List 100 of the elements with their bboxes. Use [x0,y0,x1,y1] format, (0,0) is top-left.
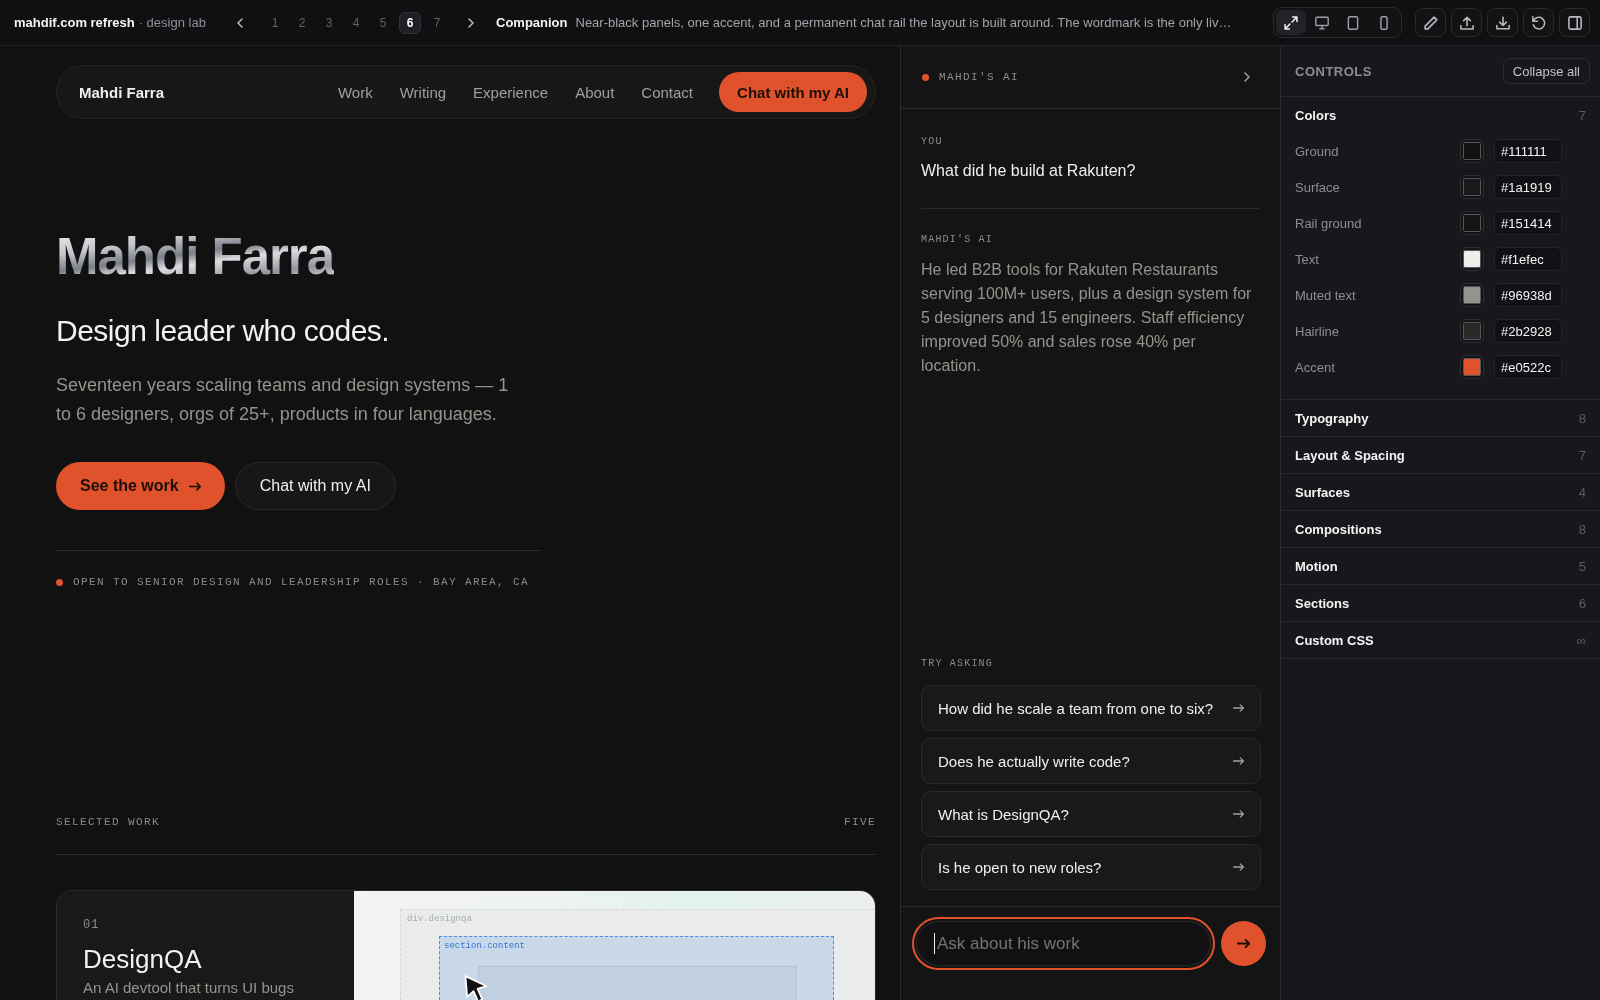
message-author: MAHDI'S AI [921,234,993,246]
section-header[interactable]: Compositions 8 [1281,511,1600,547]
suggestion-button[interactable]: Is he open to new roles? [921,844,1261,890]
nav-link[interactable]: Work [337,83,373,101]
section-header[interactable]: Surfaces 4 [1281,474,1600,510]
section-header[interactable]: Motion 5 [1281,548,1600,584]
suggestion-button[interactable]: How did he scale a team from one to six? [921,685,1261,731]
download-button[interactable] [1487,8,1518,37]
status-dot-icon [56,578,63,586]
section-header[interactable]: Typography 8 [1281,400,1600,436]
arrow-right-icon [188,481,201,491]
section-header[interactable]: Custom CSS ∞ [1281,622,1600,658]
field-label: Hairline [1295,323,1341,339]
section-count: 6 [1578,595,1586,611]
nav-link[interactable]: About [575,83,615,101]
export-button[interactable] [1451,8,1482,37]
chevron-left-icon [237,17,243,28]
hex-input-field[interactable]: #e0522c [1494,355,1562,379]
chat-input-field[interactable]: Ask about his work [912,917,1215,970]
pencil-icon [1423,15,1438,30]
project-card[interactable]: 01 DesignQA An AI devtool that turns UI bugs div.designqa section.content [56,890,876,1000]
hex-input-field[interactable]: #1a1919 [1494,175,1562,199]
chevron-right-icon [1244,72,1250,82]
section-header[interactable]: Colors 7 [1281,97,1600,133]
field-label: Muted text [1295,287,1357,303]
field-label: Ground [1295,143,1340,159]
assistant-message: He led B2B tools for Rakuten Restaurants serving 100M+ users, plus a design system for 5 designers and 15 engineers. Staff efficiency improved 50% and sales rose 40% per location. [921,260,1253,376]
nav-link[interactable]: Experience [473,83,549,101]
project-count: FIVE [844,815,876,829]
arrow-right-icon [1233,704,1244,712]
field-label: Text [1295,251,1320,267]
view-mode-button[interactable] [1276,10,1306,35]
reset-button[interactable] [1523,8,1554,37]
section-count: 8 [1578,521,1586,537]
hex-input-field[interactable]: #2b2928 [1494,319,1562,343]
field-label: Accent [1295,359,1336,375]
cursor-arrow-icon [464,975,490,1000]
primary-button[interactable]: See the work [56,462,225,510]
section-header[interactable]: Layout & Spacing 7 [1281,437,1600,473]
availability-status: OPEN TO SENIOR DESIGN AND LEADERSHIP ROLES · BAY AREA, CA [73,575,530,589]
project-subtitle: · design lab [138,15,206,30]
tablet-icon [1346,15,1360,30]
phone-icon [1377,15,1391,30]
section-name: Layout & Spacing [1295,447,1405,463]
section-name: Typography [1295,410,1369,426]
controls-title: CONTROLS [1295,63,1372,79]
section-name: Sections [1295,595,1350,611]
text-caret-icon [934,933,935,954]
project-number: 01 [83,918,100,932]
hex-input-field[interactable]: #111111 [1494,139,1562,163]
variant-name: Companion [496,15,568,30]
download-icon [1495,15,1510,30]
selection-label: section.content [444,941,525,952]
message-author: YOU [921,136,943,148]
hex-input-field[interactable]: #96938d [1494,283,1562,307]
site-brand[interactable]: Mahdi Farra [79,83,165,101]
section-name: Compositions [1295,521,1382,537]
arrow-right-icon [1233,810,1244,818]
suggestion-button[interactable]: Does he actually write code? [921,738,1261,784]
section-name: Motion [1295,558,1338,574]
arrow-right-icon [1233,863,1244,871]
section-count: 8 [1578,410,1586,426]
nav-link[interactable]: Contact [641,83,694,101]
project-name: mahdif.com refresh [14,15,135,30]
hero-intro: Seventeen years scaling teams and design systems — 1 to 6 designers, orgs of 25+, products in four languages. [56,374,510,426]
nav-link[interactable]: Writing [399,83,447,101]
section-count: 5 [1578,558,1586,574]
secondary-button[interactable]: Chat with my AI [234,462,396,510]
section-header[interactable]: Sections 6 [1281,585,1600,621]
send-button[interactable] [1221,921,1266,966]
variant-description: Near-black panels, one accent, and a permanent chat rail the layout is built around. The wordmark is the only liv… [575,15,1232,30]
rotate-left-icon [1531,15,1546,30]
project-summary: An AI devtool that turns UI bugs [83,978,294,998]
section-count: 7 [1578,107,1586,123]
collapse-all-button[interactable]: Collapse all [1502,58,1590,84]
section-count: ∞ [1576,632,1586,648]
section-count: 7 [1578,447,1586,463]
sidebar-panel-icon [1567,15,1582,30]
chat-cta-button[interactable]: Chat with my AI [719,72,867,112]
arrow-right-icon [1237,939,1250,948]
hero-headline: Design leader who codes. [56,313,390,349]
section-name: Custom CSS [1295,632,1374,648]
hex-input-field[interactable]: #151414 [1494,211,1562,235]
section-count: 4 [1578,484,1586,500]
arrow-right-icon [1233,757,1244,765]
field-label: Surface [1295,179,1341,195]
project-title: DesignQA [83,944,202,974]
chat-title: MAHDI'S AI [939,70,1019,84]
suggestion-button[interactable]: What is DesignQA? [921,791,1261,837]
field-label: Rail ground [1295,215,1363,231]
hex-input-field[interactable]: #f1efec [1494,247,1562,271]
section-name: Surfaces [1295,484,1350,500]
section-name: Colors [1295,107,1337,123]
element-label: div.designqa [407,914,472,925]
user-message: What did he build at Rakuten? [921,161,1136,181]
panel-toggle-button[interactable] [1559,8,1590,37]
edit-button[interactable] [1415,8,1446,37]
chevron-right-icon [468,17,474,28]
suggestions-label: TRY ASKING [921,658,993,670]
page-number-button[interactable]: 6 [399,11,421,34]
